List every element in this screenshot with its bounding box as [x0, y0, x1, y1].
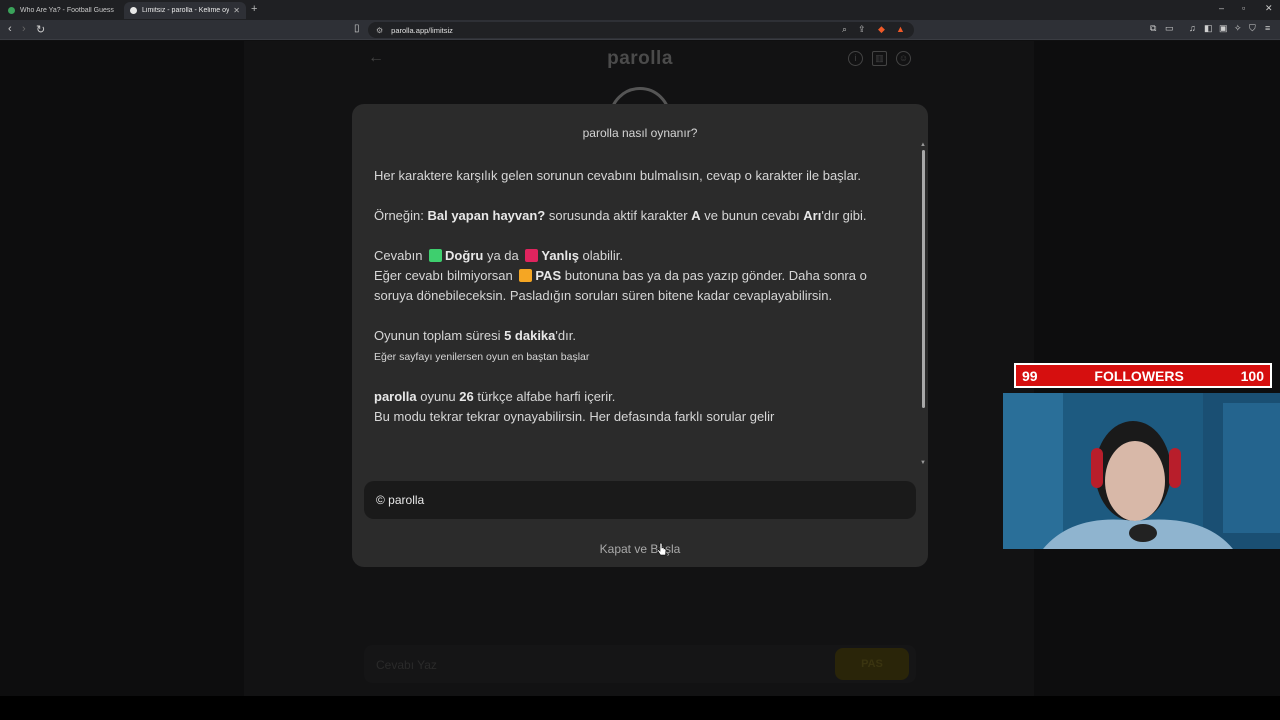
close-tab-icon[interactable]: ✕	[233, 6, 240, 15]
modal-body: Her karaktere karşılık gelen sorunun cev…	[374, 166, 904, 427]
menu-icon[interactable]: ≡	[1265, 23, 1270, 33]
address-bar[interactable]: ⚙ parolla.app/limitsiz ⌕ ⇪ ◆ ▲	[368, 22, 914, 38]
tab-favicon-icon	[8, 7, 15, 14]
reload-icon[interactable]: ↻	[36, 23, 45, 36]
rules-paragraph-3: Cevabın Doğru ya da Yanlış olabilir. Eğer…	[374, 248, 867, 303]
forward-icon[interactable]: ›	[22, 23, 26, 35]
followers-goal-bar: 99 FOLLOWERS 100	[1014, 363, 1272, 388]
how-to-play-modal: parolla nasıl oynanır? Her karaktere kar…	[352, 104, 928, 567]
rules-paragraph-2: Örneğin: Bal yapan hayvan? sorusunda akt…	[374, 208, 867, 223]
webcam-image	[1003, 393, 1280, 549]
tab-title: Who Are Ya? - Football Guesser	[20, 7, 114, 14]
window-close-icon[interactable]: ✕	[1265, 3, 1273, 14]
rewards-icon[interactable]: ▲	[896, 24, 905, 34]
stats-icon[interactable]: ▥	[872, 51, 887, 66]
tab-parolla[interactable]: Limitsiz - parolla - Kelime oyunu ✕	[124, 2, 246, 19]
modal-scrollbar[interactable]: ▲ ▼	[920, 142, 926, 470]
tab-title: Limitsiz - parolla - Kelime oyunu	[142, 7, 230, 14]
scrollbar-thumb[interactable]	[922, 150, 925, 408]
rules-paragraph-1: Her karaktere karşılık gelen sorunun cev…	[374, 168, 862, 183]
refresh-note: Eğer sayfayı yenilersen oyun en baştan b…	[374, 351, 590, 363]
pas-button[interactable]: PAS	[835, 648, 909, 680]
back-icon[interactable]: ‹	[8, 23, 12, 35]
webcam-feed	[1003, 393, 1280, 549]
sidebar-icon[interactable]: ◧	[1204, 23, 1213, 34]
shield-icon[interactable]: ◆	[878, 24, 885, 35]
answer-input[interactable]: Cevabı Yaz PAS	[364, 645, 916, 683]
answer-placeholder: Cevabı Yaz	[376, 658, 437, 672]
correct-square-icon	[429, 249, 443, 262]
wallet-icon[interactable]: ▭	[1165, 23, 1174, 34]
share-icon[interactable]: ⇪	[858, 24, 866, 35]
extension-icon[interactable]: ⧉	[1150, 23, 1156, 34]
app-header: ← parolla i ▥ ☺	[352, 41, 928, 79]
url-text: parolla.app/limitsiz	[391, 25, 453, 35]
followers-current: 99	[1022, 367, 1038, 384]
tab-who-are-ya[interactable]: Who Are Ya? - Football Guesser	[2, 2, 120, 19]
browser-toolbar: ‹ › ↻ ▯ ⚙ parolla.app/limitsiz ⌕ ⇪ ◆ ▲ ⧉…	[0, 20, 1280, 40]
restore-icon[interactable]: ▫	[1242, 3, 1245, 13]
minimize-icon[interactable]: –	[1219, 3, 1224, 13]
close-and-start-button[interactable]: Kapat ve Başla	[352, 542, 928, 556]
new-tab-icon[interactable]: +	[251, 3, 257, 15]
profile-icon[interactable]: ☺	[896, 51, 911, 66]
leo-icon[interactable]: ✧	[1234, 23, 1242, 34]
followers-label: FOLLOWERS	[1094, 367, 1184, 384]
site-settings-icon[interactable]: ⚙	[376, 26, 383, 35]
copyright-bar: © parolla	[364, 481, 916, 519]
modal-title: parolla nasıl oynanır?	[582, 126, 698, 140]
rules-paragraph-5: parolla oyunu 26 türkçe alfabe harfi içe…	[374, 389, 775, 424]
app-logo: parolla	[607, 48, 673, 69]
followers-goal: 100	[1240, 367, 1264, 384]
scroll-down-icon[interactable]: ▼	[920, 460, 926, 466]
pas-square-icon	[519, 269, 533, 282]
wallet2-icon[interactable]: ▣	[1219, 23, 1228, 34]
info-icon[interactable]: i	[848, 51, 863, 66]
bottom-strip	[0, 696, 1280, 720]
media-icon[interactable]: ♫	[1189, 23, 1196, 33]
vpn-icon[interactable]: ⛉	[1249, 23, 1256, 34]
mouse-cursor-icon	[657, 542, 667, 556]
browser-tab-bar: Who Are Ya? - Football Guesser Limitsiz …	[0, 0, 1280, 20]
zoom-icon[interactable]: ⌕	[842, 24, 847, 35]
wrong-square-icon	[525, 249, 539, 262]
tab-favicon-icon	[130, 7, 137, 14]
bookmark-icon[interactable]: ▯	[354, 23, 360, 34]
rules-paragraph-4: Oyunun toplam süresi 5 dakika'dır. Eğer s…	[374, 328, 590, 363]
scroll-up-icon[interactable]: ▲	[920, 142, 926, 148]
